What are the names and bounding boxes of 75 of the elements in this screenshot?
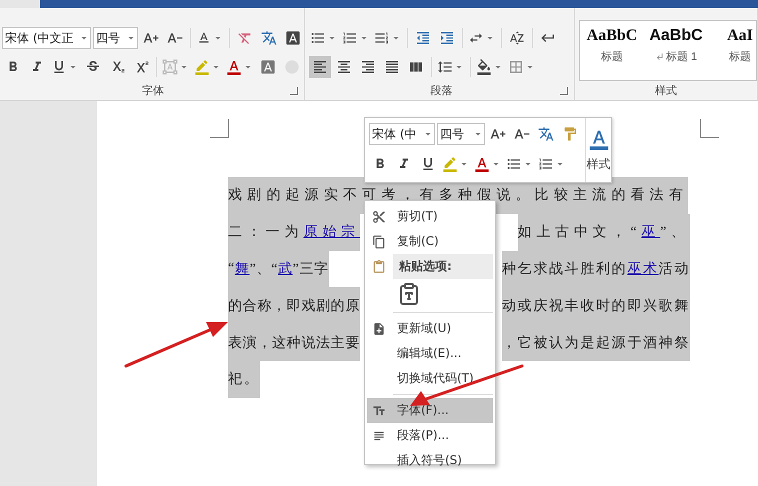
group-label: 字体 bbox=[142, 83, 164, 98]
body-text: ”、 bbox=[660, 224, 690, 242]
body-text: 活动 bbox=[658, 260, 690, 278]
multilevel-list-icon bbox=[374, 30, 390, 46]
body-text: 如上古中文，“ bbox=[518, 223, 642, 242]
group-label: 样式 bbox=[655, 82, 677, 98]
style-item[interactable]: AaBbC 标题 bbox=[580, 21, 644, 80]
highlighter-icon bbox=[194, 58, 210, 75]
align-left-icon bbox=[312, 58, 328, 75]
font-color-icon bbox=[226, 58, 242, 75]
justify-icon bbox=[384, 58, 400, 75]
menu-item[interactable]: 更新域(U) bbox=[367, 316, 493, 341]
phonetic-icon bbox=[538, 126, 554, 142]
highlighter-icon bbox=[442, 156, 458, 172]
hyperlink[interactable]: 武 bbox=[278, 260, 293, 278]
paintbrush-icon bbox=[562, 126, 578, 142]
hyperlink[interactable]: 原始宗 bbox=[303, 223, 360, 242]
decrease-indent-icon bbox=[415, 30, 431, 46]
return-mark-icon bbox=[654, 52, 664, 61]
body-text: ，它被认为是起源于酒神祭 bbox=[502, 334, 690, 352]
menu-item[interactable]: 插入符号(S) bbox=[367, 448, 493, 473]
outlined-letter-icon bbox=[162, 58, 178, 75]
menu-item[interactable]: 复制(C) bbox=[367, 229, 493, 254]
align-right-icon bbox=[360, 58, 376, 75]
body-text: ”、“ bbox=[250, 260, 278, 278]
menu-item[interactable]: 剪切(T) bbox=[367, 204, 493, 229]
sort-icon bbox=[509, 30, 525, 46]
copy-icon bbox=[372, 234, 386, 248]
body-text: 表演，这种说法主要 bbox=[228, 334, 360, 352]
paint-bucket-icon bbox=[476, 58, 492, 75]
menu-item[interactable]: 编辑域(E)... bbox=[367, 341, 493, 366]
body-text: “ bbox=[228, 260, 235, 277]
phonetic-icon bbox=[260, 30, 277, 46]
font-size-field[interactable]: 四号 bbox=[437, 123, 485, 145]
numbered-list-icon bbox=[342, 30, 358, 46]
align-center-icon bbox=[336, 58, 352, 75]
menu-item[interactable]: 切换域代码(T) bbox=[367, 366, 493, 391]
clipboard-icon bbox=[372, 260, 386, 274]
body-text: 种乞求战斗胜利的 bbox=[502, 260, 628, 278]
increase-indent-icon bbox=[439, 30, 455, 46]
align-left-button[interactable] bbox=[309, 56, 331, 78]
margin-mark bbox=[700, 119, 719, 138]
font-name-field[interactable]: 宋体 (中 bbox=[369, 123, 435, 145]
style-item[interactable]: AaI 标题 bbox=[708, 21, 756, 80]
dialog-launcher-icon[interactable] bbox=[560, 87, 568, 95]
margin-mark bbox=[210, 119, 229, 138]
font-name-field[interactable]: 宋体 (中文正 bbox=[2, 27, 91, 50]
body-text: 动或庆祝丰收时的即兴歌舞 bbox=[502, 297, 690, 315]
boxed-letter-icon bbox=[284, 30, 301, 46]
line-spacing-icon bbox=[437, 58, 453, 75]
body-text: 二：一为 bbox=[228, 224, 304, 242]
bullet-list-icon bbox=[506, 156, 522, 172]
clipboard-icon bbox=[397, 282, 421, 306]
font-color-icon bbox=[474, 156, 490, 172]
paste-text-only-button[interactable] bbox=[397, 282, 421, 306]
dialog-launcher-icon[interactable] bbox=[290, 87, 298, 95]
numbered-list-icon bbox=[538, 156, 554, 172]
font-icon bbox=[372, 404, 386, 418]
group-label: 段落 bbox=[430, 83, 452, 98]
body-text: 祀。 bbox=[228, 370, 260, 388]
body-text: 的合称，即戏剧的原 bbox=[228, 298, 360, 315]
hyperlink[interactable]: 舞 bbox=[234, 260, 250, 278]
font-size-field[interactable]: 四号 bbox=[92, 27, 138, 50]
menu-item[interactable]: 段落(P)... bbox=[367, 423, 493, 448]
borders-icon bbox=[508, 58, 524, 75]
menu-header: 粘贴选项: bbox=[393, 254, 493, 279]
shaded-letter-icon bbox=[260, 58, 276, 75]
hyperlink[interactable]: 巫术 bbox=[627, 260, 659, 278]
scissors-icon bbox=[372, 210, 386, 224]
style-item[interactable]: AaBbC 标题 1 bbox=[644, 21, 708, 80]
document-icon bbox=[372, 322, 386, 336]
menu-item[interactable]: 字体(F)... bbox=[367, 398, 493, 423]
hyperlink[interactable]: 巫 bbox=[641, 223, 660, 242]
styles-button[interactable]: 样式 bbox=[585, 118, 611, 182]
body-text: ”三字 bbox=[292, 260, 329, 278]
